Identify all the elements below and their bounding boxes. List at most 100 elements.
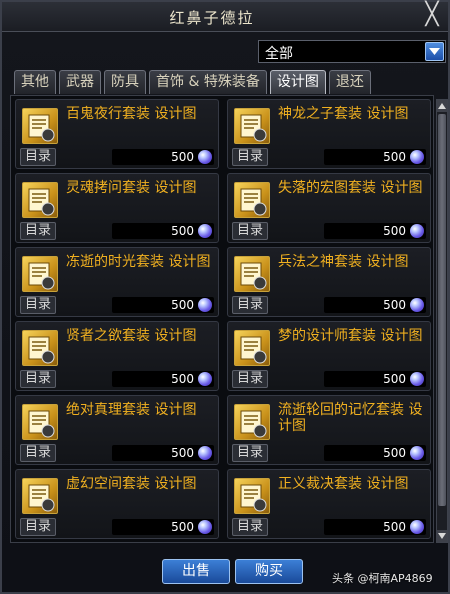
catalog-button[interactable]: 目录 [20,518,56,536]
item-name: 兵法之神套装 设计图 [278,254,409,270]
orb-icon [410,372,424,386]
shop-window: 红鼻子德拉 ╳ 全部 其他 武器 防具 首饰 & 特殊装备 设计图 退还 百鬼夜行套装 设… [0,0,450,594]
item-price: 500 [383,224,406,238]
orb-icon [198,520,212,534]
catalog-button[interactable]: 目录 [232,518,268,536]
tab-3[interactable]: 首饰 & 特殊装备 [149,70,267,94]
item-card[interactable]: 梦的设计师套装 设计图 目录 500 [227,321,431,391]
scroll-up-icon[interactable] [437,100,447,112]
item-name: 正义裁决套装 设计图 [278,476,409,492]
price-bar: 500 [112,149,214,165]
price-bar: 500 [112,519,214,535]
orb-icon [410,520,424,534]
catalog-button[interactable]: 目录 [20,222,56,240]
item-card[interactable]: 贤者之欲套装 设计图目录 500 [15,321,219,391]
sell-button[interactable]: 出售 [162,559,230,584]
item-price: 500 [383,298,406,312]
filter-selected-value: 全部 [265,46,293,62]
blueprint-icon[interactable] [22,256,58,292]
blueprint-icon[interactable] [22,330,58,366]
category-filter-select[interactable]: 全部 [258,40,446,63]
blueprint-icon[interactable] [234,256,270,292]
orb-icon [198,298,212,312]
item-price: 500 [171,224,194,238]
item-price: 500 [171,446,194,460]
price-bar: 500 [324,445,426,461]
item-card[interactable]: 绝对真理套装 设计图目录 500 [15,395,219,465]
item-name: 贤者之欲套装 设计图 [66,328,197,344]
window-title: 红鼻子德拉 [169,9,255,27]
item-price: 500 [171,298,194,312]
catalog-button[interactable]: 目录 [20,370,56,388]
blueprint-icon[interactable] [22,182,58,218]
orb-icon [198,224,212,238]
item-name: 灵魂拷问套装 设计图 [66,180,197,196]
orb-icon [198,372,212,386]
tab-2[interactable]: 防具 [104,70,146,94]
item-price: 500 [383,520,406,534]
scrollbar[interactable] [436,99,448,543]
catalog-button[interactable]: 目录 [20,296,56,314]
price-bar: 500 [112,223,214,239]
item-name: 虚幻空间套装 设计图 [66,476,197,492]
item-price: 500 [171,372,194,386]
price-bar: 500 [112,371,214,387]
item-price: 500 [171,520,194,534]
scroll-down-icon[interactable] [437,530,447,542]
item-name: 冻逝的时光套装 设计图 [66,254,211,270]
blueprint-icon[interactable] [234,108,270,144]
tab-4[interactable]: 设计图 [269,70,326,94]
blueprint-icon[interactable] [234,330,270,366]
blueprint-icon[interactable] [234,478,270,514]
item-card[interactable]: 正义裁决套装 设计图目录 500 [227,469,431,539]
tab-0[interactable]: 其他 [14,70,56,94]
tab-1[interactable]: 武器 [59,70,101,94]
tab-bar: 其他 武器 防具 首饰 & 特殊装备 设计图 退还 [14,70,371,94]
orb-icon [410,150,424,164]
price-bar: 500 [112,297,214,313]
item-name: 流逝轮回的记忆套装 设计图 [278,402,423,434]
item-card[interactable]: 兵法之神套装 设计图目录 500 [227,247,431,317]
item-price: 500 [383,446,406,460]
price-bar: 500 [324,371,426,387]
catalog-button[interactable]: 目录 [232,370,268,388]
catalog-button[interactable]: 目录 [232,296,268,314]
item-card[interactable]: 灵魂拷问套装 设计图目录 500 [15,173,219,243]
orb-icon [410,224,424,238]
watermark: 头条 @柯南AP4869 [332,572,433,585]
item-card[interactable]: 冻逝的时光套装 设计图目录 500 [15,247,219,317]
item-name: 绝对真理套装 设计图 [66,402,197,418]
item-price: 500 [383,372,406,386]
item-name: 神龙之子套装 设计图 [278,106,409,122]
close-icon[interactable]: ╳ [420,4,444,28]
item-card[interactable]: 百鬼夜行套装 设计图 目录 500 [15,99,219,169]
blueprint-icon[interactable] [234,404,270,440]
catalog-button[interactable]: 目录 [232,444,268,462]
item-list: 百鬼夜行套装 设计图 目录 500 神龙之子套装 设计图 目录 500 灵魂拷问套装 设计图… [10,95,434,543]
orb-icon [410,446,424,460]
catalog-button[interactable]: 目录 [232,148,268,166]
buy-button[interactable]: 购买 [235,559,303,584]
blueprint-icon[interactable] [22,108,58,144]
catalog-button[interactable]: 目录 [232,222,268,240]
item-card[interactable]: 失落的宏图套装 设计图 目录 500 [227,173,431,243]
tab-5[interactable]: 退还 [328,70,371,94]
price-bar: 500 [112,445,214,461]
title-bar[interactable]: 红鼻子德拉 ╳ [2,2,448,32]
blueprint-icon[interactable] [234,182,270,218]
chevron-down-icon[interactable] [425,42,444,61]
price-bar: 500 [324,519,426,535]
item-card[interactable]: 神龙之子套装 设计图目录 500 [227,99,431,169]
orb-icon [198,446,212,460]
item-card[interactable]: 流逝轮回的记忆套装 设计图 目录 500 [227,395,431,465]
item-price: 500 [383,150,406,164]
catalog-button[interactable]: 目录 [20,444,56,462]
blueprint-icon[interactable] [22,478,58,514]
catalog-button[interactable]: 目录 [20,148,56,166]
price-bar: 500 [324,223,426,239]
blueprint-icon[interactable] [22,404,58,440]
scroll-thumb[interactable] [438,114,446,506]
price-bar: 500 [324,297,426,313]
item-card[interactable]: 虚幻空间套装 设计图目录 500 [15,469,219,539]
orb-icon [410,298,424,312]
